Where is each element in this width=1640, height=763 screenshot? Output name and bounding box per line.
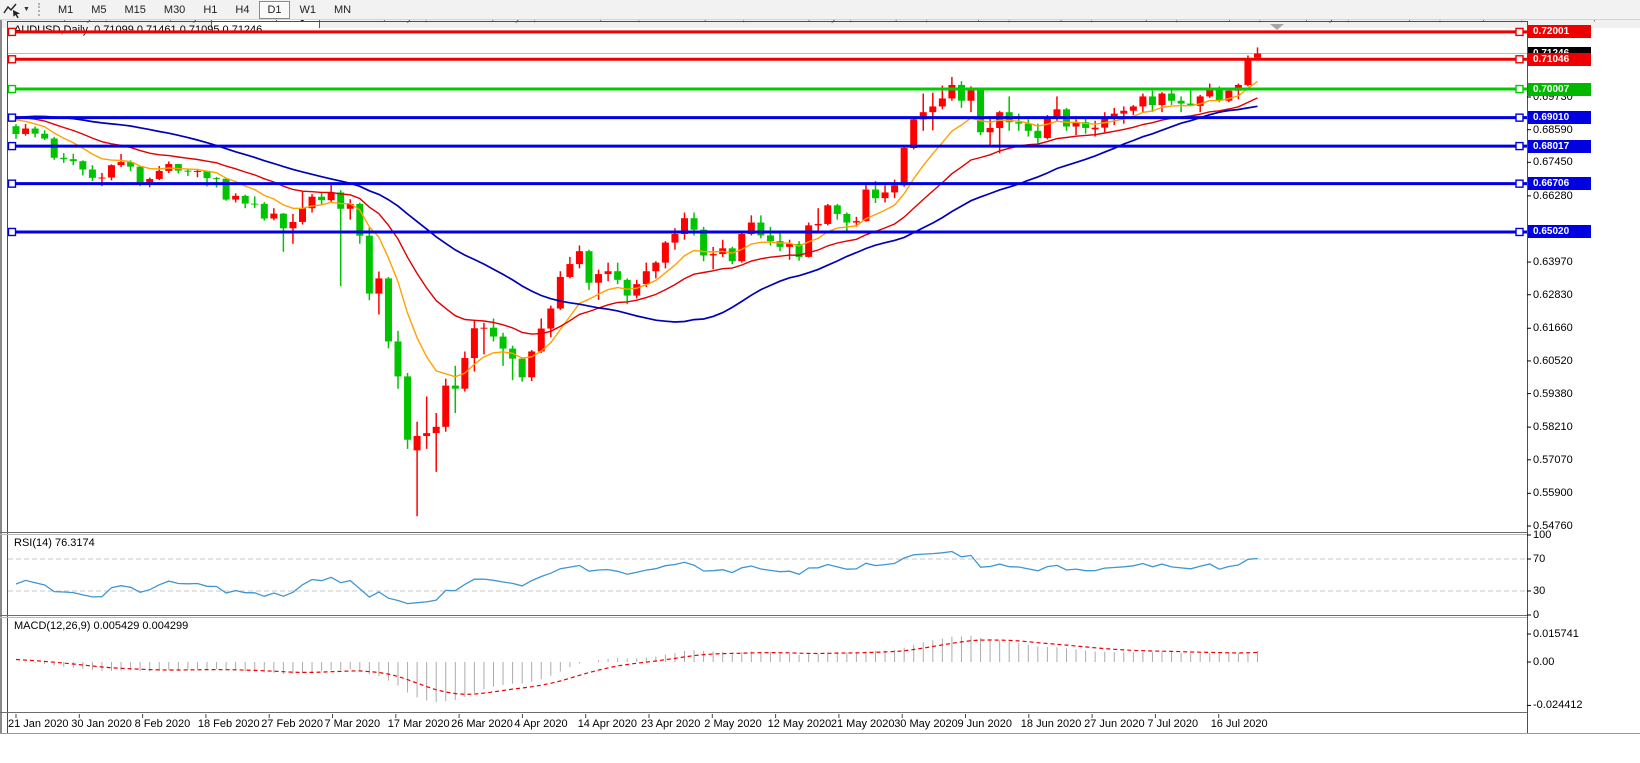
timeframe-button-w1[interactable]: W1 <box>292 1 325 19</box>
price-tick-label: 0.58210 <box>1533 421 1573 434</box>
rsi-scale-label: 30 <box>1533 585 1546 597</box>
timeframe-toolbar: ▼ M1 M5 M15 M30 H1 H4 D1 W1 MN <box>0 0 1640 20</box>
timeframe-button-h4[interactable]: H4 <box>227 1 257 19</box>
rsi-plot <box>8 550 1527 605</box>
timeframe-button-mn[interactable]: MN <box>326 1 359 19</box>
chart-canvas[interactable] <box>0 0 1640 763</box>
price-badge-support-line: 0.70007 <box>1528 82 1591 96</box>
ma-ema21-line <box>15 97 1258 335</box>
date-tick-label: 8 Feb 2020 <box>134 718 191 730</box>
date-tick-label: 7 Mar 2020 <box>324 718 381 730</box>
horizontal-level-lines[interactable] <box>7 27 1527 237</box>
price-badge-resistance-line: 0.71046 <box>1528 52 1591 66</box>
price-tick-label: 0.62830 <box>1533 288 1573 301</box>
date-tick-label: 21 May 2020 <box>830 718 895 730</box>
toolbar-grip[interactable] <box>37 3 43 16</box>
price-tick-label: 0.66280 <box>1533 189 1573 202</box>
price-tick-label: 0.59380 <box>1533 387 1573 400</box>
timeframe-button-m30[interactable]: M30 <box>156 1 193 19</box>
price-badge-support-line: 0.69010 <box>1528 111 1591 125</box>
ma-sma34-line <box>15 105 1258 323</box>
price-tick-label: 0.68590 <box>1533 123 1573 136</box>
date-tick-label: 9 Jun 2020 <box>957 718 1012 730</box>
date-tick-label: 2 May 2020 <box>704 718 762 730</box>
price-badge-support-line: 0.68017 <box>1528 139 1591 153</box>
ma-ema9-line <box>15 80 1258 378</box>
date-tick-label: 16 Jul 2020 <box>1210 718 1268 730</box>
price-tick-label: 0.60520 <box>1533 354 1573 367</box>
price-badge-resistance-line: 0.72001 <box>1528 25 1591 39</box>
timeframe-buttons: M1 M5 M15 M30 H1 H4 D1 W1 MN <box>49 0 360 19</box>
price-tick-label: 0.63970 <box>1533 256 1573 269</box>
timeframe-button-m1[interactable]: M1 <box>50 1 81 19</box>
date-tick-label: 12 May 2020 <box>767 718 832 730</box>
date-tick-label: 17 Mar 2020 <box>387 718 450 730</box>
price-badge-support-line: 0.65020 <box>1528 225 1591 239</box>
date-tick-label: 18 Jun 2020 <box>1020 718 1082 730</box>
timeframe-button-m15[interactable]: M15 <box>117 1 154 19</box>
chart-cursor-icon[interactable] <box>3 2 23 18</box>
chevron-down-icon[interactable]: ▼ <box>23 6 30 13</box>
rsi-scale-label: 100 <box>1533 529 1552 541</box>
timeframe-button-h1[interactable]: H1 <box>195 1 225 19</box>
date-tick-label: 7 Jul 2020 <box>1147 718 1199 730</box>
rsi-scale-label: 0 <box>1533 609 1540 621</box>
date-tick-label: 4 Apr 2020 <box>514 718 568 730</box>
rsi-line <box>15 550 1258 605</box>
price-tick-label: 0.67450 <box>1533 156 1573 169</box>
candles <box>12 47 1261 517</box>
date-tick-label: 21 Jan 2020 <box>8 718 69 730</box>
mt4-window: ▼ M1 M5 M15 M30 H1 H4 D1 W1 MN AUDUSD,Daily 0.71… <box>0 0 1640 763</box>
rsi-label: RSI(14) 76.3174 <box>14 537 95 549</box>
macd-signal-line <box>15 639 1258 695</box>
rsi-scale-label: 70 <box>1533 553 1546 565</box>
date-tick-label: 30 May 2020 <box>894 718 958 730</box>
macd-plot <box>15 635 1258 703</box>
macd-scale-label: -0.024412 <box>1533 699 1583 712</box>
date-tick-label: 26 Mar 2020 <box>451 718 513 730</box>
price-badge-support-line: 0.66706 <box>1528 177 1591 191</box>
price-tick-label: 0.61660 <box>1533 322 1573 335</box>
date-tick-label: 18 Feb 2020 <box>197 718 260 730</box>
macd-scale-label: 0.015741 <box>1533 627 1579 640</box>
macd-scale-label: 0.00 <box>1533 656 1555 668</box>
price-tick-label: 0.57070 <box>1533 453 1573 466</box>
date-tick-label: 30 Jan 2020 <box>71 718 132 730</box>
price-tick-label: 0.55900 <box>1533 487 1573 500</box>
date-tick-label: 23 Apr 2020 <box>641 718 701 730</box>
chart-title: AUDUSD,Daily 0.71099 0.71461 0.71095 0.7… <box>14 24 263 36</box>
date-tick-label: 27 Jun 2020 <box>1084 718 1145 730</box>
date-tick-label: 27 Feb 2020 <box>261 718 323 730</box>
macd-label: MACD(12,26,9) 0.005429 0.004299 <box>14 620 189 632</box>
timeframe-button-d1[interactable]: D1 <box>259 0 290 19</box>
date-tick-label: 14 Apr 2020 <box>577 718 638 730</box>
timeframe-button-m5[interactable]: M5 <box>83 1 114 19</box>
